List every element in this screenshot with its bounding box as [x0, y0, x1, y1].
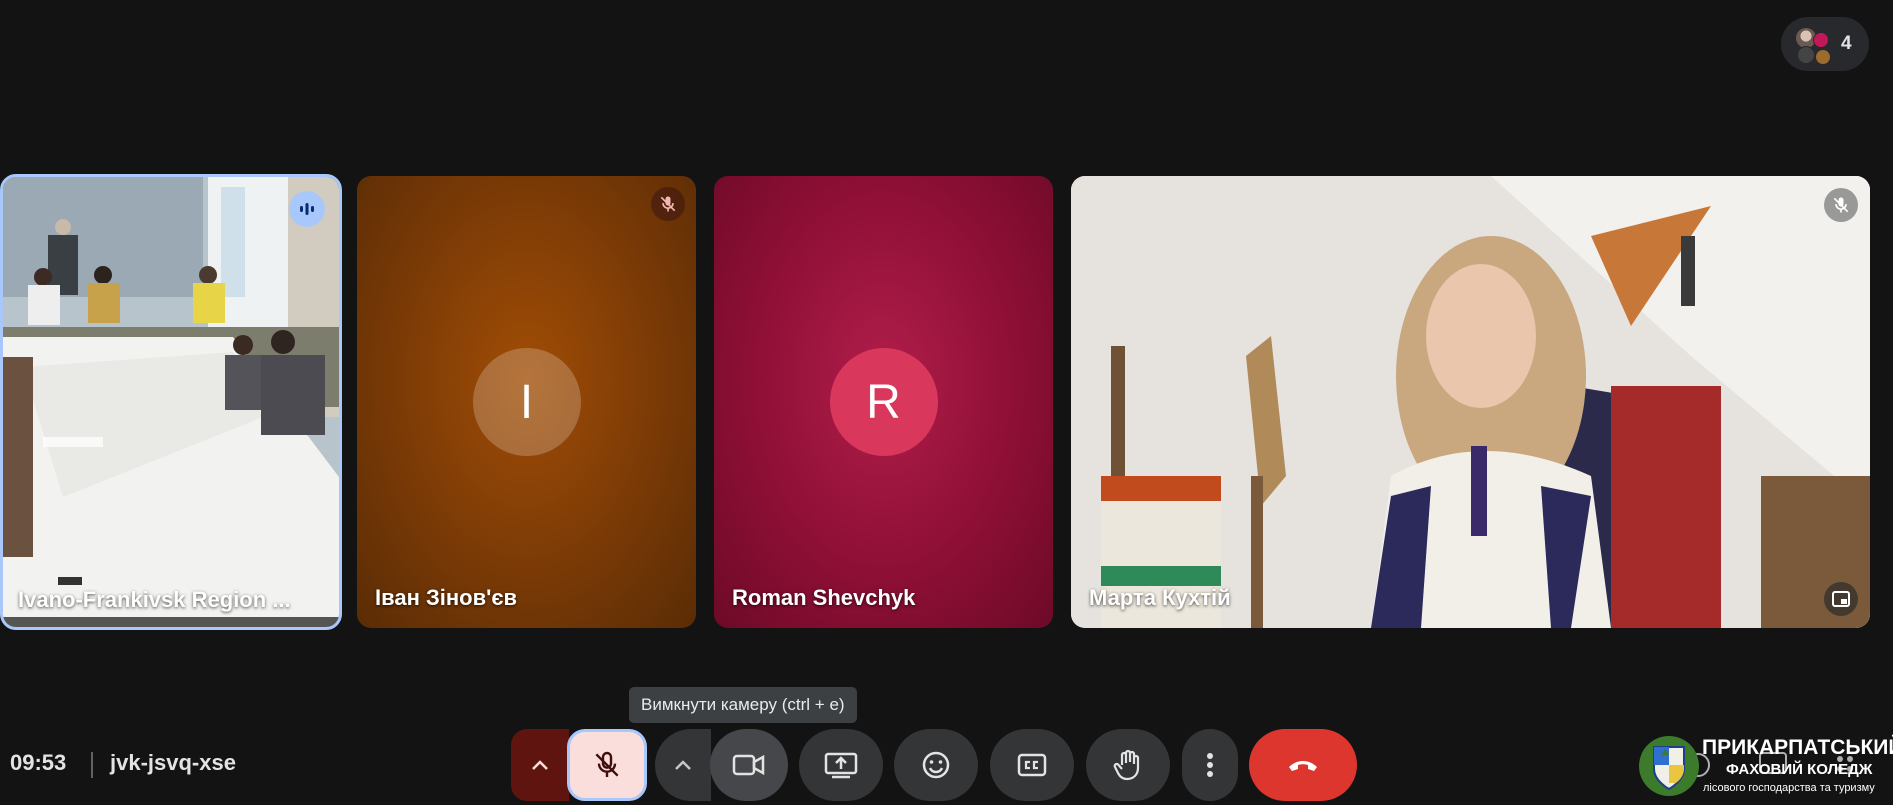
meet-screen: 4 Ivano-Frankivsk Region ... I Іван Зіно…: [0, 0, 1893, 805]
video-options-button[interactable]: [655, 729, 711, 801]
avatar: [1813, 32, 1829, 48]
more-vert-icon: [1207, 753, 1213, 777]
participant-avatars: [1793, 22, 1837, 66]
call-end-icon: [1289, 761, 1317, 771]
meeting-code: jvk-jsvq-xse: [110, 750, 236, 775]
camera-tooltip: Вимкнути камеру (ctrl + e): [629, 687, 857, 723]
avatar: R: [829, 348, 938, 456]
participant-tile-roman[interactable]: R Roman Shevchyk: [714, 176, 1053, 628]
meeting-time: 09:53: [10, 750, 67, 775]
video-feed: [3, 177, 339, 627]
emoji-icon: [922, 751, 950, 779]
participants-button[interactable]: 4: [1781, 17, 1869, 71]
end-call-button[interactable]: [1249, 729, 1357, 801]
mic-off-icon: [651, 187, 685, 221]
speaking-indicator-icon: [289, 191, 325, 227]
participant-name: Roman Shevchyk: [732, 585, 916, 610]
raise-hand-button[interactable]: [1086, 729, 1170, 801]
present-screen-button[interactable]: [799, 729, 883, 801]
participant-name: Іван Зінов'єв: [375, 585, 518, 610]
participant-tile-marta[interactable]: Марта Кухтій: [1071, 176, 1870, 628]
mic-off-icon: [1824, 188, 1858, 222]
participant-count: 4: [1841, 33, 1852, 54]
videocam-icon: [732, 754, 765, 776]
college-name-line2: ФАХОВИЙ КОЛЕДЖ: [1726, 761, 1873, 778]
audio-options-button[interactable]: [511, 729, 569, 801]
camera-toggle-button[interactable]: [710, 729, 788, 801]
participant-name: Марта Кухтій: [1089, 585, 1231, 610]
chevron-up-icon: [675, 760, 691, 770]
present-screen-icon: [824, 752, 858, 779]
raise-hand-icon: [1113, 749, 1140, 781]
participant-tile-ivan[interactable]: I Іван Зінов'єв: [357, 176, 696, 628]
participant-name: Ivano-Frankivsk Region ...: [18, 587, 291, 612]
college-watermark: ПРИКАРПАТСЬКИЙ ФАХОВИЙ КОЛЕДЖ лісового г…: [1636, 733, 1893, 803]
participant-tile-room[interactable]: Ivano-Frankivsk Region ...: [0, 174, 342, 630]
reactions-button[interactable]: [894, 729, 978, 801]
closed-captions-icon: [1017, 753, 1047, 777]
avatar: [1797, 46, 1815, 64]
college-name-line3: лісового господарства та туризму: [1703, 782, 1875, 794]
divider: [91, 752, 93, 778]
more-options-button[interactable]: [1182, 729, 1238, 801]
video-feed: [1071, 176, 1870, 628]
picture-in-picture-icon[interactable]: [1824, 582, 1858, 616]
mic-off-icon: [595, 751, 619, 777]
chevron-up-icon: [532, 760, 548, 770]
college-name-line1: ПРИКАРПАТСЬКИЙ: [1702, 736, 1893, 759]
college-emblem-icon: [1639, 736, 1699, 796]
avatar: I: [472, 348, 581, 456]
avatar: [1815, 49, 1831, 65]
captions-button[interactable]: [990, 729, 1074, 801]
mic-toggle-button[interactable]: [567, 729, 647, 801]
